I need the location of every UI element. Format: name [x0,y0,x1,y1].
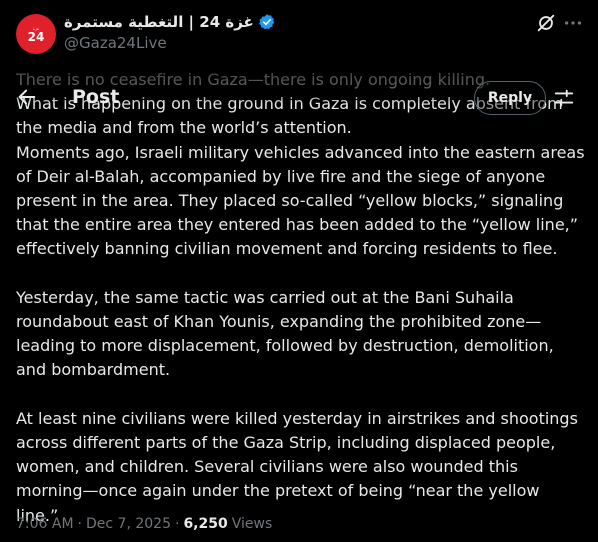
avatar[interactable]: غزة 24 [16,14,56,54]
avatar-text: 24 [27,29,45,44]
post-date[interactable]: Dec 7, 2025 [86,516,171,532]
post-meta: 7:06 AM · Dec 7, 2025 · 6,250 Views [16,516,272,532]
meta-separator: · [174,516,180,532]
meta-separator: · [77,516,82,532]
grok-icon[interactable] [535,12,557,34]
post-time[interactable]: 7:06 AM [16,516,74,532]
author-name-row: غزة 24 | التغطية مستمرة [64,11,276,33]
views-count: 6,250 [183,516,228,532]
more-icon[interactable] [562,12,584,34]
author-display-name[interactable]: غزة 24 | التغطية مستمرة [64,13,254,31]
page-title: Post [72,86,120,108]
settings-icon[interactable] [553,87,575,109]
reply-button[interactable]: Reply [474,81,546,115]
views-label: Views [231,516,273,532]
post-text: There is no ceasefire in Gaza—there is o… [16,70,585,525]
author-handle[interactable]: @Gaza24Live [64,34,167,52]
avatar-subtext: غزة [32,25,40,31]
verified-badge-icon [258,14,274,30]
back-arrow-icon[interactable] [16,86,38,108]
